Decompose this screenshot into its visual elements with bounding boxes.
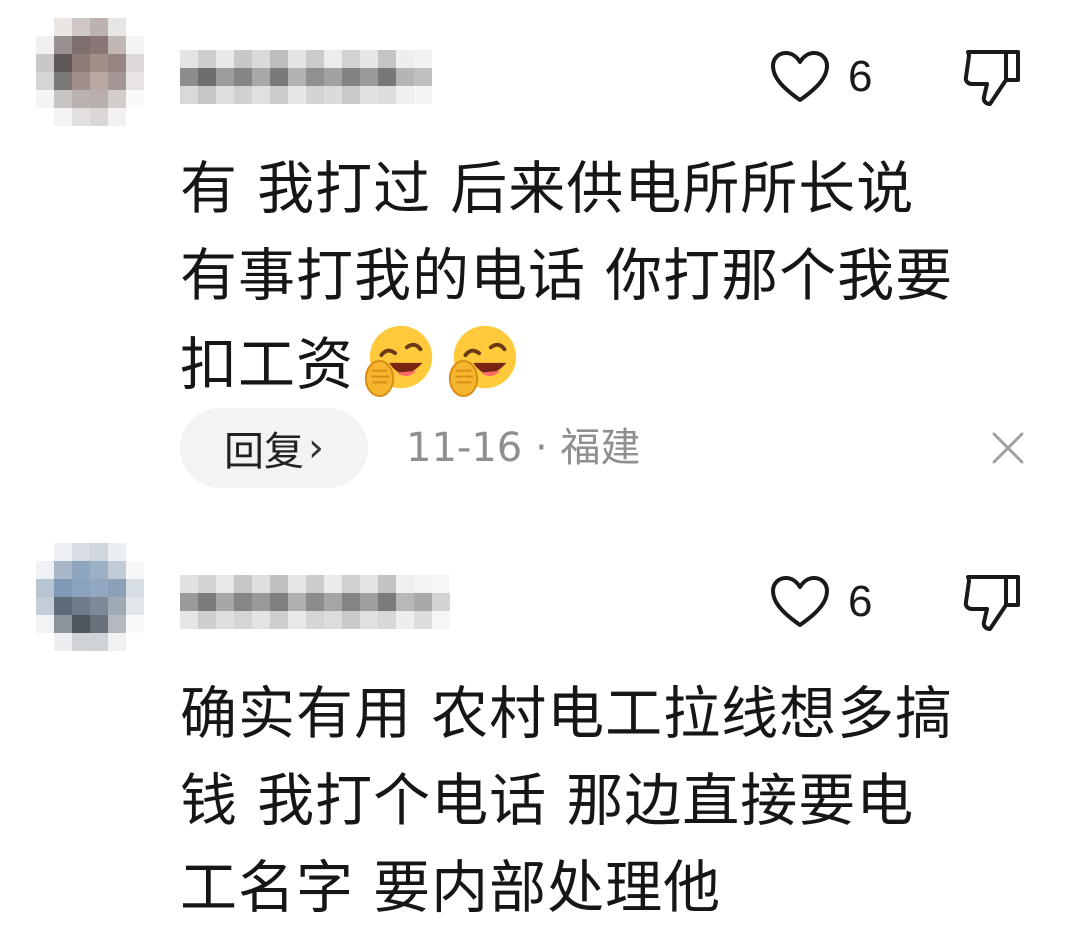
comment-line: 有事打我的电话 你打那个我要 (180, 243, 954, 309)
comment-line: 工名字 要内部处理他 (180, 855, 722, 921)
comment-line: 确实有用 农村电工拉线想多搞 (180, 681, 954, 747)
like-button[interactable]: 6 (770, 48, 872, 106)
laughing-crying-emoji-icon (364, 325, 433, 398)
heart-icon (770, 50, 830, 104)
close-button[interactable] (990, 430, 1026, 466)
chevron-right-icon: › (308, 425, 324, 471)
comment-location: 福建 (560, 425, 641, 471)
dislike-button[interactable] (960, 46, 1024, 112)
avatar[interactable] (36, 18, 144, 126)
dislike-button[interactable] (960, 571, 1024, 637)
comment-meta: 11-16 · 福建 (406, 408, 640, 488)
comment-item: 6 确实有用 农村电工拉线想多搞 钱 我打个电话 那边直接要电 工名字 要内部处… (0, 525, 1080, 932)
meta-separator: · (534, 425, 548, 471)
like-button[interactable]: 6 (770, 573, 872, 631)
reply-label: 回复 (224, 429, 304, 475)
reply-button[interactable]: 回复 › (180, 408, 368, 488)
like-count: 6 (848, 52, 873, 101)
thumbs-down-icon (960, 50, 1024, 112)
thumbs-down-icon (960, 575, 1024, 637)
username-blurred[interactable] (180, 575, 450, 629)
comment-text: 有 我打过 后来供电所所长说 有事打我的电话 你打那个我要 扣工资 (180, 146, 1040, 409)
comment-text: 确实有用 农村电工拉线想多搞 钱 我打个电话 那边直接要电 工名字 要内部处理他 (180, 671, 1040, 932)
comment-date: 11-16 (406, 425, 523, 471)
username-blurred[interactable] (180, 50, 432, 104)
laughing-crying-emoji-icon (448, 325, 517, 398)
comment-item: 6 有 我打过 后来供电所所长说 有事打我的电话 你打那个我要 扣工资 回复 ›… (0, 0, 1080, 500)
avatar[interactable] (36, 543, 144, 651)
like-count: 6 (848, 577, 873, 626)
comment-line: 有 我打过 后来供电所所长说 (180, 156, 915, 222)
heart-icon (770, 575, 830, 629)
close-icon (990, 432, 1026, 470)
comment-line: 钱 我打个电话 那边直接要电 (180, 768, 915, 834)
comment-actions: 回复 › 11-16 · 福建 (180, 408, 1040, 488)
comment-line: 扣工资 (180, 332, 354, 398)
